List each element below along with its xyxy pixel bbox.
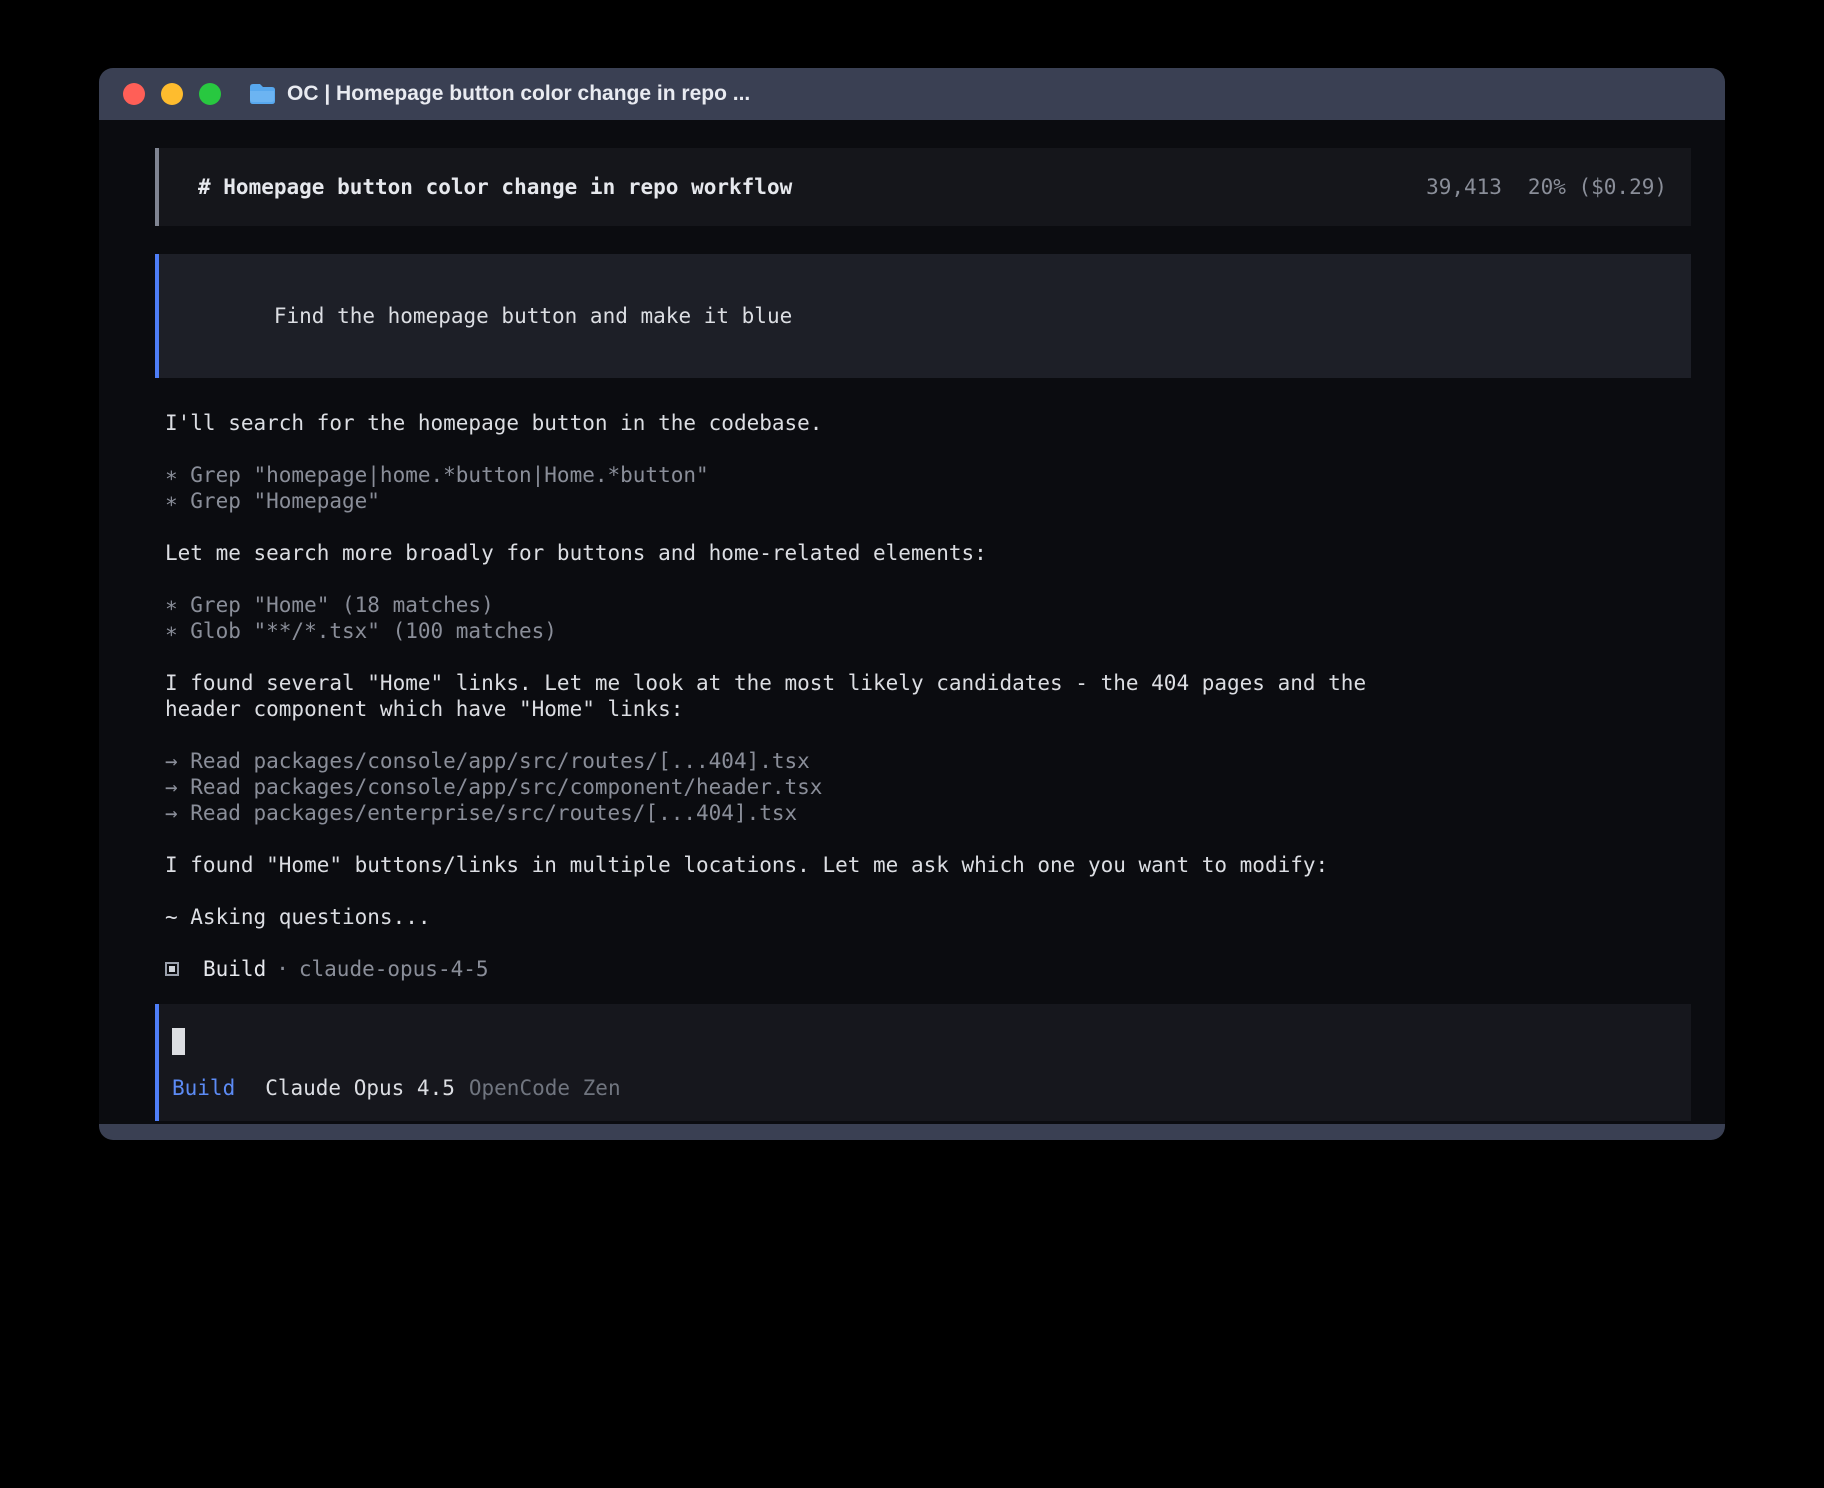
traffic-lights: [123, 83, 221, 105]
zoom-button[interactable]: [199, 83, 221, 105]
user-message: Find the homepage button and make it blu…: [155, 254, 1691, 378]
provider-label: OpenCode Zen: [469, 1075, 621, 1101]
assistant-paragraph: Let me search more broadly for buttons a…: [165, 540, 1691, 566]
assistant-paragraph: I found several "Home" links. Let me loo…: [165, 670, 1691, 722]
minimize-button[interactable]: [161, 83, 183, 105]
tool-call-group: ∗ Grep "homepage|home.*button|Home.*butt…: [165, 462, 1691, 514]
tool-call-read: → Read packages/console/app/src/componen…: [165, 774, 1691, 800]
titlebar[interactable]: OC | Homepage button color change in rep…: [99, 68, 1725, 120]
assistant-text: I found several "Home" links. Let me loo…: [165, 670, 1691, 696]
tool-call-glob: ∗ Glob "**/*.tsx" (100 matches): [165, 618, 1691, 644]
agent-model: claude-opus-4-5: [299, 956, 489, 982]
terminal-content: # Homepage button color change in repo w…: [99, 120, 1725, 1124]
separator-dot: ·: [276, 956, 289, 982]
tool-call-grep: ∗ Grep "Home" (18 matches): [165, 592, 1691, 618]
assistant-text: I'll search for the homepage button in t…: [165, 410, 1691, 436]
assistant-text: header component which have "Home" links…: [165, 696, 1691, 722]
asking-questions-text: ~ Asking questions...: [165, 904, 1691, 930]
agent-name: Build: [203, 956, 266, 982]
prompt-input[interactable]: Build Claude Opus 4.5 OpenCode Zen: [155, 1004, 1691, 1121]
assistant-text: Let me search more broadly for buttons a…: [165, 540, 1691, 566]
folder-icon: [249, 83, 275, 105]
session-title: # Homepage button color change in repo w…: [198, 174, 792, 200]
assistant-status: ~ Asking questions...: [165, 904, 1691, 930]
tool-call-grep: ∗ Grep "Homepage": [165, 488, 1691, 514]
assistant-text: I found "Home" buttons/links in multiple…: [165, 852, 1691, 878]
context-cost: 20% ($0.29): [1528, 174, 1667, 200]
assistant-paragraph: I found "Home" buttons/links in multiple…: [165, 852, 1691, 878]
assistant-paragraph: I'll search for the homepage button in t…: [165, 410, 1691, 436]
build-agent-icon: [165, 962, 179, 976]
tool-call-read: → Read packages/enterprise/src/routes/[.…: [165, 800, 1691, 826]
tool-call-grep: ∗ Grep "homepage|home.*button|Home.*butt…: [165, 462, 1691, 488]
terminal-window: OC | Homepage button color change in rep…: [99, 68, 1725, 1140]
agent-status-line: Build · claude-opus-4-5: [165, 956, 1691, 982]
title-group: OC | Homepage button color change in rep…: [249, 82, 750, 106]
tool-call-read: → Read packages/console/app/src/routes/[…: [165, 748, 1691, 774]
tool-call-group: ∗ Grep "Home" (18 matches) ∗ Glob "**/*.…: [165, 592, 1691, 644]
text-cursor: [172, 1028, 185, 1055]
session-stats: 39,413 20% ($0.29): [1426, 174, 1667, 200]
mode-label[interactable]: Build: [172, 1075, 235, 1101]
model-label[interactable]: Claude Opus 4.5: [265, 1075, 455, 1101]
window-title: OC | Homepage button color change in rep…: [287, 82, 750, 106]
tool-call-group: → Read packages/console/app/src/routes/[…: [165, 748, 1691, 826]
user-message-text: Find the homepage button and make it blu…: [274, 304, 792, 328]
token-count: 39,413: [1426, 174, 1502, 200]
session-header: # Homepage button color change in repo w…: [155, 148, 1691, 226]
input-meta: Build Claude Opus 4.5 OpenCode Zen: [172, 1075, 1671, 1101]
close-button[interactable]: [123, 83, 145, 105]
